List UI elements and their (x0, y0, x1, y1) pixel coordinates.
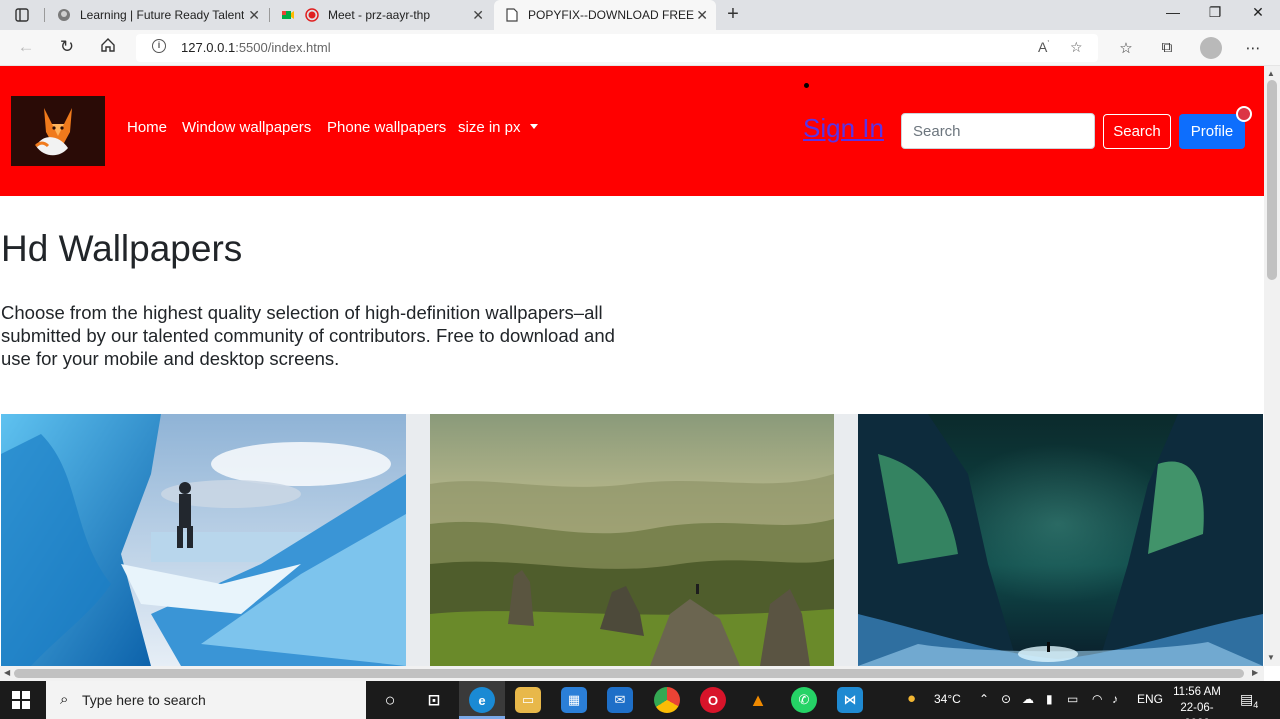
battery-icon[interactable]: ▭ (1067, 692, 1078, 706)
tab-actions-icon[interactable] (8, 5, 36, 25)
taskbar-search-box[interactable]: ⌕ Type here to search (46, 681, 366, 719)
url-text: 127.0.0.1:5500/index.html (181, 40, 331, 55)
microsoft-store-icon[interactable]: ▦ (561, 687, 587, 713)
taskbar-search-placeholder: Type here to search (82, 692, 206, 708)
page-viewport: Home Window wallpapers Phone wallpapers … (0, 66, 1264, 666)
weather-icon: ● (907, 690, 917, 707)
tab-learning[interactable]: Learning | Future Ready Talent ✕ (46, 0, 268, 30)
notification-center-icon[interactable]: ▤4 (1240, 691, 1258, 710)
opera-icon[interactable]: O (700, 687, 726, 713)
ice-cave-hiker-photo[interactable] (1, 414, 406, 666)
nav-home-link[interactable]: Home (127, 119, 167, 136)
gallery-gutter (834, 414, 858, 666)
nav-phone-wallpapers-link[interactable]: Phone wallpapers (327, 119, 446, 136)
vertical-scroll-thumb[interactable] (1267, 80, 1277, 280)
search-button[interactable]: Search (1103, 114, 1171, 149)
signin-link[interactable]: Sign In (803, 113, 884, 144)
tab-title: Meet - prz-aayr-thp (328, 8, 431, 22)
favorites-icon[interactable]: ☆ (1114, 39, 1138, 57)
url-host: 127.0.0.1 (181, 40, 236, 55)
refresh-icon[interactable]: ↻ (55, 37, 79, 57)
volume-icon[interactable]: ♪ (1112, 692, 1118, 706)
windows-start-icon[interactable] (12, 691, 30, 709)
tab-separator (44, 8, 45, 22)
close-icon[interactable]: ✕ (472, 7, 484, 24)
meet-favicon-icon (280, 7, 296, 23)
collections-icon[interactable]: ⧉ (1155, 39, 1179, 56)
back-arrow-icon[interactable]: ← (14, 37, 38, 57)
browser-toolbar: ← ↻ i 127.0.0.1:5500/index.html Aʼ ☆ ☆ ⧉… (0, 30, 1280, 66)
onedrive-cloud-icon[interactable]: ☁ (1022, 692, 1034, 706)
scroll-right-arrow-icon[interactable]: ▶ (1252, 668, 1258, 677)
search-icon: ⌕ (60, 691, 69, 708)
close-icon[interactable]: ✕ (696, 7, 708, 24)
cortana-icon[interactable]: ○ (377, 687, 403, 713)
tab-popyfix[interactable]: POPYFIX--DOWNLOAD FREE WA ✕ (494, 0, 716, 30)
recording-icon (304, 7, 320, 23)
wifi-icon[interactable]: ◠ (1092, 692, 1102, 706)
vertical-scrollbar[interactable]: ▲ ▼ (1264, 66, 1280, 666)
nav-window-wallpapers-link[interactable]: Window wallpapers (182, 119, 311, 136)
whatsapp-icon[interactable]: ✆ (791, 687, 817, 713)
home-icon[interactable] (96, 37, 120, 58)
fox-logo-icon[interactable] (11, 96, 105, 166)
browser-tab-bar: Learning | Future Ready Talent ✕ Meet - … (0, 0, 1280, 30)
file-explorer-icon[interactable]: ▭ (515, 687, 541, 713)
vlc-icon[interactable]: ▲ (745, 687, 771, 713)
task-view-icon[interactable]: ⊡ (421, 687, 447, 713)
tray-app-icon[interactable]: ⊙ (1001, 692, 1011, 706)
clock-time: 11:56 AM (1173, 686, 1221, 698)
language-indicator[interactable]: ENG (1137, 692, 1163, 706)
page-favicon-icon (504, 7, 520, 23)
hero-description: Choose from the highest quality selectio… (1, 302, 615, 369)
mail-icon[interactable]: ✉ (607, 687, 633, 713)
site-navbar: Home Window wallpapers Phone wallpapers … (0, 66, 1264, 196)
vscode-icon[interactable]: ⋈ (837, 687, 863, 713)
browser-profile-icon[interactable] (1200, 37, 1222, 59)
scroll-up-arrow-icon[interactable]: ▲ (1267, 69, 1275, 78)
weather-temp[interactable]: 34°C (934, 692, 961, 706)
size-dropdown-label: size in px (458, 119, 521, 136)
windows-taskbar: ⌕ Type here to search ○ ⊡ e ▭ ▦ ✉ O ▲ ✆ … (0, 681, 1280, 719)
notification-count: 4 (1253, 699, 1259, 710)
read-aloud-icon[interactable]: Aʼ (1038, 39, 1049, 55)
page-title: Hd Wallpapers (1, 228, 243, 269)
horizontal-scrollbar[interactable]: ◀ ▶ (0, 666, 1264, 681)
system-clock[interactable]: 11:56 AM 22-06-2022 (1168, 684, 1226, 719)
search-input[interactable] (901, 113, 1095, 149)
clock-date: 22-06-2022 (1180, 702, 1214, 719)
chrome-icon[interactable] (654, 687, 680, 713)
tab-title: Learning | Future Ready Talent (80, 8, 245, 22)
gallery-gutter (406, 414, 430, 666)
window-close-icon[interactable]: ✕ (1243, 4, 1273, 21)
mountain-valley-sunrise-photo[interactable] (430, 414, 834, 666)
scroll-left-arrow-icon[interactable]: ◀ (4, 668, 10, 677)
minimize-icon[interactable]: — (1158, 4, 1188, 20)
tab-title: POPYFIX--DOWNLOAD FREE WA (528, 8, 696, 22)
address-bar[interactable]: i 127.0.0.1:5500/index.html Aʼ ☆ (136, 34, 1098, 62)
site-info-icon[interactable]: i (152, 39, 166, 53)
decorative-dot (804, 83, 809, 88)
more-menu-icon[interactable]: ⋯ (1241, 39, 1265, 57)
new-tab-plus-icon[interactable]: + (722, 3, 744, 26)
edge-browser-icon[interactable]: e (469, 687, 495, 713)
aurora-canyon-night-photo[interactable] (858, 414, 1263, 666)
close-icon[interactable]: ✕ (248, 7, 260, 24)
url-path: :5500/index.html (235, 40, 331, 55)
microphone-icon[interactable]: ▮ (1046, 692, 1053, 706)
notification-badge (1236, 106, 1252, 122)
nav-size-dropdown[interactable]: size in px (458, 119, 538, 136)
scroll-down-arrow-icon[interactable]: ▼ (1267, 653, 1275, 662)
profile-button[interactable]: Profile (1179, 114, 1245, 149)
learning-favicon-icon (56, 7, 72, 23)
tray-chevron-up-icon[interactable]: ⌃ (979, 692, 989, 706)
add-favorite-icon[interactable]: ☆ (1070, 39, 1083, 56)
tab-meet[interactable]: Meet - prz-aayr-thp ✕ (270, 0, 492, 30)
horizontal-scroll-thumb[interactable] (14, 669, 1244, 678)
maximize-icon[interactable]: ❐ (1200, 4, 1230, 21)
chevron-down-icon (529, 124, 538, 129)
